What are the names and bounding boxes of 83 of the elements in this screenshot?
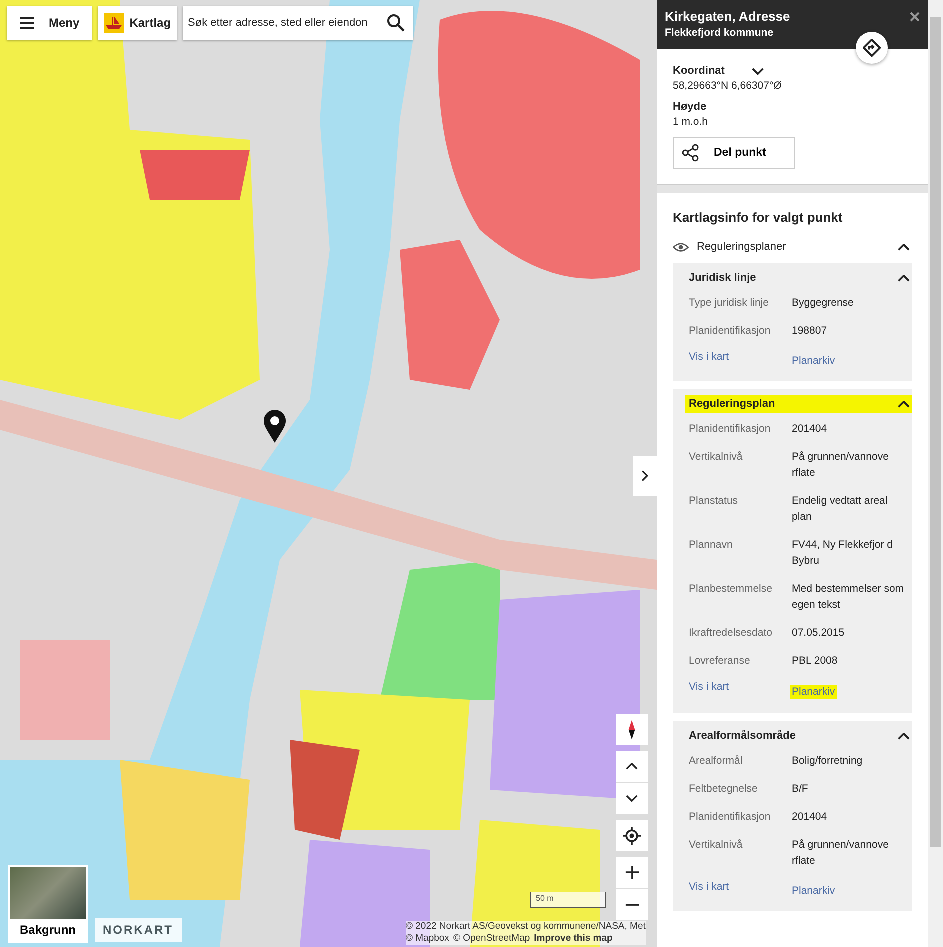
field-label: Planidentifikasjon — [689, 422, 772, 437]
chevron-up-icon — [898, 244, 910, 250]
compass-icon — [628, 718, 636, 740]
chevron-down-icon — [626, 795, 638, 802]
chevron-right-icon — [641, 470, 649, 482]
directions-button[interactable] — [856, 32, 888, 64]
field-label: Planidentifikasjon — [689, 810, 772, 825]
field-label: Type juridisk linje — [689, 296, 770, 311]
search-icon — [387, 14, 406, 32]
zoom-in-button[interactable] — [616, 857, 648, 888]
attribution-link[interactable]: © Mapbox — [406, 933, 450, 945]
field-value: 07.05.2015 — [792, 626, 846, 641]
link[interactable]: Planarkiv — [792, 885, 895, 897]
scrollbar[interactable] — [928, 0, 943, 947]
field-value: På grunnen/vannove rflate — [792, 838, 890, 869]
field-value: 201404 — [792, 422, 828, 437]
close-icon — [910, 12, 920, 22]
location-pin-icon — [263, 410, 287, 444]
attribution-text: © 2022 Norkart AS/Geovekst og kommunene/NASA, Met — [406, 921, 646, 933]
directions-icon — [863, 39, 881, 57]
chevron-up-icon — [898, 732, 910, 740]
field-value: 201404 — [792, 810, 828, 825]
field-value: Bolig/forretning — [792, 754, 864, 769]
link[interactable]: Vis i kart — [689, 351, 792, 367]
attribution-link[interactable]: © OpenStreetMap — [453, 933, 530, 945]
field-value: Med bestemmelser som egen tekst — [792, 582, 906, 613]
minus-icon — [624, 902, 640, 906]
layer-toggle[interactable]: Reguleringsplaner — [673, 237, 912, 257]
tilt-up-button[interactable] — [616, 751, 648, 782]
card-header[interactable]: Arealformålsområde — [685, 727, 912, 745]
link[interactable]: Vis i kart — [689, 681, 792, 699]
field-label: Planidentifikasjon — [689, 324, 772, 339]
card-header[interactable]: Reguleringsplan — [685, 395, 912, 413]
field-value: På grunnen/vannove rflate — [792, 450, 890, 481]
field-label: Lovreferanse — [689, 654, 752, 669]
eye-icon — [673, 242, 689, 252]
share-icon — [682, 144, 700, 162]
detail-value: 1 m.o.h — [673, 116, 710, 128]
card-header[interactable]: Juridisk linje — [685, 269, 912, 287]
field-value: B/F — [792, 782, 810, 797]
chevron-up-icon — [898, 400, 910, 408]
layers-button[interactable]: Kartlag — [98, 6, 178, 40]
field-label: Vertikalnivå — [689, 838, 744, 853]
field-value: Endelig vedtatt areal plan — [792, 494, 889, 525]
chevron-down-icon[interactable] — [752, 68, 764, 74]
panel-subtitle: Flekkefjord kommune — [665, 27, 775, 39]
field-label: Planstatus — [689, 494, 740, 509]
field-label: Ikraftredelsesdato — [689, 626, 774, 641]
ship-emblem-icon — [104, 13, 124, 33]
background-button[interactable]: Bakgrunn — [8, 865, 88, 943]
panel-title: Kirkegaten, Adresse — [665, 9, 792, 24]
search-field[interactable]: Søk etter adresse, sted eller eiendon — [183, 6, 414, 40]
field-value: Byggegrense — [792, 296, 855, 311]
menu-icon — [19, 15, 35, 31]
detail-label: Høyde — [673, 101, 707, 113]
locate-button[interactable] — [616, 820, 648, 851]
plus-icon — [624, 865, 640, 880]
attribution-link[interactable]: Improve this map — [534, 933, 613, 945]
norkart-logo: NORKART — [95, 918, 182, 942]
locate-icon — [623, 826, 641, 844]
field-label: Plannavn — [689, 538, 734, 553]
chevron-up-icon — [898, 274, 910, 282]
scale-bar: 50 m — [530, 892, 606, 908]
chevron-up-icon — [626, 763, 638, 770]
field-value: FV44, Ny Flekkefjor d Bybru — [792, 538, 894, 569]
expand-panel-button[interactable] — [633, 456, 657, 496]
link[interactable]: Planarkiv — [792, 355, 895, 367]
compass-button[interactable] — [616, 714, 648, 745]
field-value: 198807 — [792, 324, 828, 339]
share-button[interactable]: Del punkt — [673, 137, 796, 169]
field-value: PBL 2008 — [792, 654, 839, 669]
link[interactable]: Vis i kart — [689, 881, 792, 897]
tilt-down-button[interactable] — [616, 783, 648, 814]
detail-label: Koordinat — [673, 65, 725, 77]
zoom-out-button[interactable] — [616, 889, 648, 920]
link[interactable]: Planarkiv — [790, 685, 838, 699]
menu-button[interactable]: Meny — [7, 6, 92, 40]
field-label: Planbestemmelse — [689, 582, 774, 597]
field-label: Arealformål — [689, 754, 744, 769]
field-label: Feltbetegnelse — [689, 782, 759, 797]
field-label: Vertikalnivå — [689, 450, 744, 465]
detail-value: 58,29663°N 6,66307°Ø — [673, 80, 783, 92]
section-heading: Kartlagsinfo for valgt punkt — [673, 210, 844, 225]
